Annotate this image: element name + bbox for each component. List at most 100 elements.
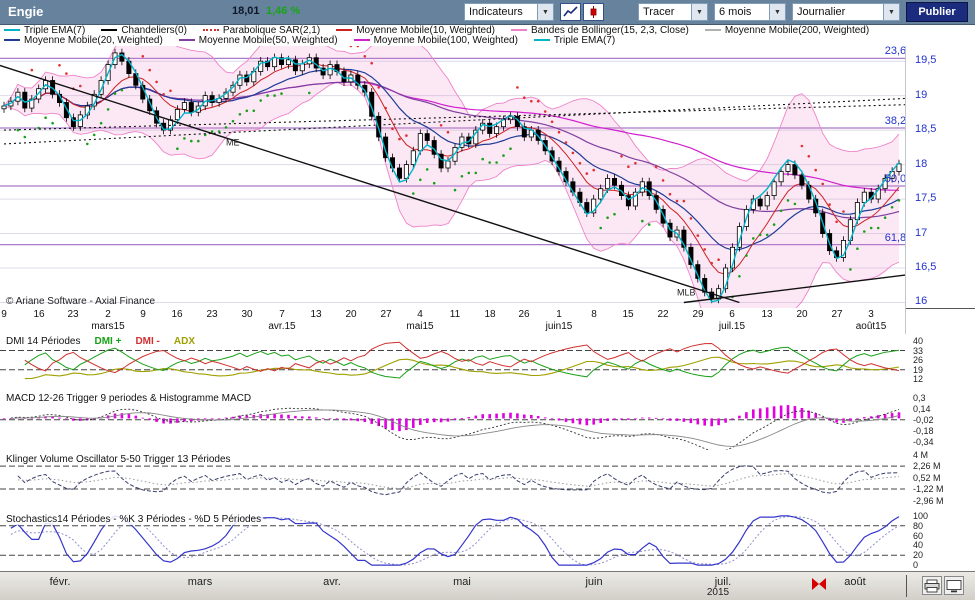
macd-title-text: MACD 12-26 Trigger 9 periodes & Histogra… (6, 393, 252, 404)
macd-axis-label: -0,18 (913, 426, 934, 436)
print-icon (924, 579, 940, 592)
timeline-position-marker[interactable] (812, 578, 826, 590)
bottom-month-label: avr. (323, 576, 341, 588)
legend-marker-icon (510, 29, 527, 31)
period-dropdown[interactable]: 6 mois ▼ (714, 3, 786, 21)
indicators-dropdown[interactable]: Indicateurs ▼ (464, 3, 554, 21)
timeline-year: 2015 (706, 587, 730, 598)
macd-axis-label: -0,02 (913, 415, 934, 425)
bottom-month-label: mars (187, 576, 213, 588)
date-tick-label: 6 (729, 309, 735, 320)
klinger-title-text: Klinger Volume Oscillator 5-50 Trigger 1… (6, 454, 231, 465)
chevron-down-icon: ▼ (691, 4, 707, 20)
dmi-axis-label: 26 (913, 355, 924, 365)
dmi-panel-title: DMI 14 Périodes DMI + DMI - ADX (4, 336, 198, 347)
dmi-axis-label: 12 (913, 374, 924, 384)
line-chart-button[interactable] (560, 3, 581, 21)
date-tick-label: 26 (518, 309, 530, 320)
month-tick-label: août15 (855, 321, 887, 332)
timeline-divider (906, 575, 907, 597)
date-tick-label: 3 (868, 309, 874, 320)
stoch-axis-label: 0 (913, 560, 919, 570)
klinger-axis-label: -1,22 M (913, 484, 944, 494)
date-tick-label: 8 (591, 309, 597, 320)
dmi-axis-label: 40 (913, 336, 924, 346)
price-axis-label: 18 (915, 158, 928, 170)
bottom-month-label: févr. (49, 576, 71, 588)
top-toolbar: Engie 18,01 1,46 % Indicateurs ▼ Tracer … (0, 0, 975, 25)
date-tick-label: 11 (449, 309, 461, 320)
date-tick-label: 30 (241, 309, 253, 320)
dmi-panel: DMI 14 Périodes DMI + DMI - ADX (0, 334, 905, 391)
legend-marker-icon (336, 29, 353, 31)
month-tick-label: mars15 (91, 321, 125, 332)
date-tick-label: 29 (692, 309, 704, 320)
legend-marker-icon (202, 29, 219, 31)
date-tick-label: 22 (657, 309, 669, 320)
macd-axis-label: 0,14 (913, 404, 931, 414)
dmi-legend-item: DMI - (135, 336, 160, 347)
date-tick-label: 23 (67, 309, 79, 320)
date-tick-label: 20 (796, 309, 808, 320)
legend-label: Moyenne Mobile(50, Weighted) (198, 34, 338, 46)
date-tick-label: 27 (380, 309, 392, 320)
legend-label: Moyenne Mobile(100, Weighted) (373, 34, 518, 46)
legend-marker-icon (353, 39, 370, 41)
candlestick-style-icon (590, 6, 597, 18)
date-axis: 9 16 23 2 9 16 23 30 7 13 20 27 4 11 18 26 1 8 15 22 29 6 13 20… (0, 308, 905, 334)
legend-item: Moyenne Mobile(100, Weighted) (353, 34, 518, 46)
macd-axis: 0,3 0,14 -0,02 -0,18 -0,34 (905, 391, 975, 452)
bottom-month-label: juin (585, 576, 603, 588)
price-axis-label: 19 (915, 89, 928, 101)
macd-panel: MACD 12-26 Trigger 9 periodes & Histogra… (0, 391, 905, 453)
chevron-down-icon: ▼ (769, 4, 785, 20)
instrument-name: Engie (8, 4, 44, 19)
stochastics-panel-title: Stochastics14 Périodes - %K 3 Périodes -… (4, 514, 264, 525)
line-style-icon (563, 6, 578, 17)
price-axis: 19,5 19 18,5 18 17,5 17 16,5 16 (905, 46, 975, 308)
klinger-axis-label: 0,52 M (913, 473, 941, 483)
frequency-dropdown-label: Journalier (797, 6, 846, 18)
klinger-axis: 4 M 2,26 M 0,52 M -1,22 M -2,96 M (905, 450, 975, 512)
date-tick-label: 18 (484, 309, 496, 320)
bottom-month-label: mai (453, 576, 471, 588)
klinger-panel-title: Klinger Volume Oscillator 5-50 Trigger 1… (4, 454, 233, 465)
month-tick-label: mai15 (406, 321, 434, 332)
timeline-bar[interactable]: févr. mars avr. mai juin juil. août 2015 (0, 572, 975, 600)
svg-text:ME: ME (226, 137, 240, 147)
date-tick-label: 16 (33, 309, 45, 320)
axial-finance-window: Engie 18,01 1,46 % Indicateurs ▼ Tracer … (0, 0, 975, 600)
date-tick-label: 1 (556, 309, 562, 320)
month-tick-label: juil.15 (718, 321, 746, 332)
indicators-dropdown-label: Indicateurs (469, 6, 523, 18)
price-chart-area: ME MLB © Ariane Software - Axial Finance (0, 27, 934, 348)
date-tick-label: 13 (310, 309, 322, 320)
indicator-legend: Triple EMA(7) Chandeliers(0) Parabolique S… (0, 25, 975, 46)
export-icon (946, 579, 962, 592)
copyright-text: © Ariane Software - Axial Finance (6, 296, 156, 307)
price-axis-label: 16,5 (915, 261, 937, 273)
legend-marker-icon (533, 39, 550, 41)
klinger-axis-label: 2,26 M (913, 461, 941, 471)
dmi-legend-item: DMI + (94, 336, 122, 347)
date-tick-label: 4 (417, 309, 423, 320)
date-tick-label: 13 (761, 309, 773, 320)
export-button[interactable] (944, 576, 964, 595)
bottom-month-label: août (844, 576, 866, 588)
last-price: 18,01 (232, 5, 260, 17)
frequency-dropdown[interactable]: Journalier ▼ (792, 3, 900, 21)
date-tick-label: 15 (622, 309, 634, 320)
main-price-chart[interactable]: ME MLB (0, 27, 934, 348)
legend-label: Moyenne Mobile(200, Weighted) (724, 24, 870, 36)
price-change: 1,46 % (266, 5, 301, 17)
price-axis-label: 17 (915, 227, 928, 239)
legend-label: Moyenne Mobile(20, Weighted) (24, 34, 163, 46)
price-axis-label: 19,5 (915, 54, 937, 66)
tracer-dropdown[interactable]: Tracer ▼ (638, 3, 708, 21)
macd-axis-label: -0,34 (913, 437, 934, 447)
legend-label: Triple EMA(7) (553, 34, 616, 46)
candlestick-chart-button[interactable] (583, 3, 604, 21)
publish-button[interactable]: Publier (906, 2, 968, 22)
print-button[interactable] (922, 576, 942, 595)
stochastics-title-text: Stochastics14 Périodes - %K 3 Périodes -… (6, 514, 262, 525)
